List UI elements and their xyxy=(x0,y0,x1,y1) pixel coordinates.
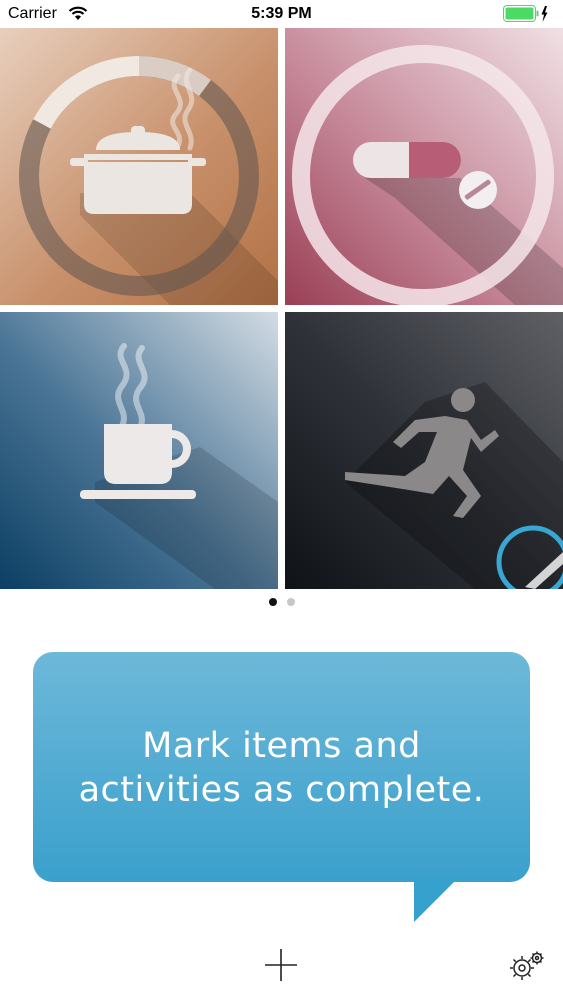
plus-icon[interactable] xyxy=(264,948,298,982)
page-indicator[interactable] xyxy=(0,598,563,606)
gear-icon[interactable] xyxy=(508,950,546,982)
steam-icon xyxy=(115,343,148,431)
battery-icon xyxy=(503,5,548,22)
tooltip-bubble[interactable]: Mark items and activities as complete. xyxy=(33,652,530,882)
tile-coffee[interactable] xyxy=(0,312,278,589)
clock-label: 5:39 PM xyxy=(251,5,312,22)
tile-medication[interactable] xyxy=(285,28,563,305)
tooltip-line-2: activities as complete. xyxy=(78,770,485,810)
page-dot-1[interactable] xyxy=(268,598,277,606)
cooking-pot-icon xyxy=(70,126,206,214)
tooltip-message: Mark items and activities as complete. xyxy=(33,724,530,812)
charging-icon xyxy=(541,6,548,22)
tooltip-line-1: Mark items and xyxy=(142,726,421,766)
tile-cooking[interactable] xyxy=(0,28,278,305)
tooltip-tail xyxy=(414,878,458,922)
tile-exercise[interactable] xyxy=(285,312,563,589)
page-dot-2[interactable] xyxy=(286,598,295,606)
status-bar: Carrier 5:39 PM xyxy=(0,0,563,28)
